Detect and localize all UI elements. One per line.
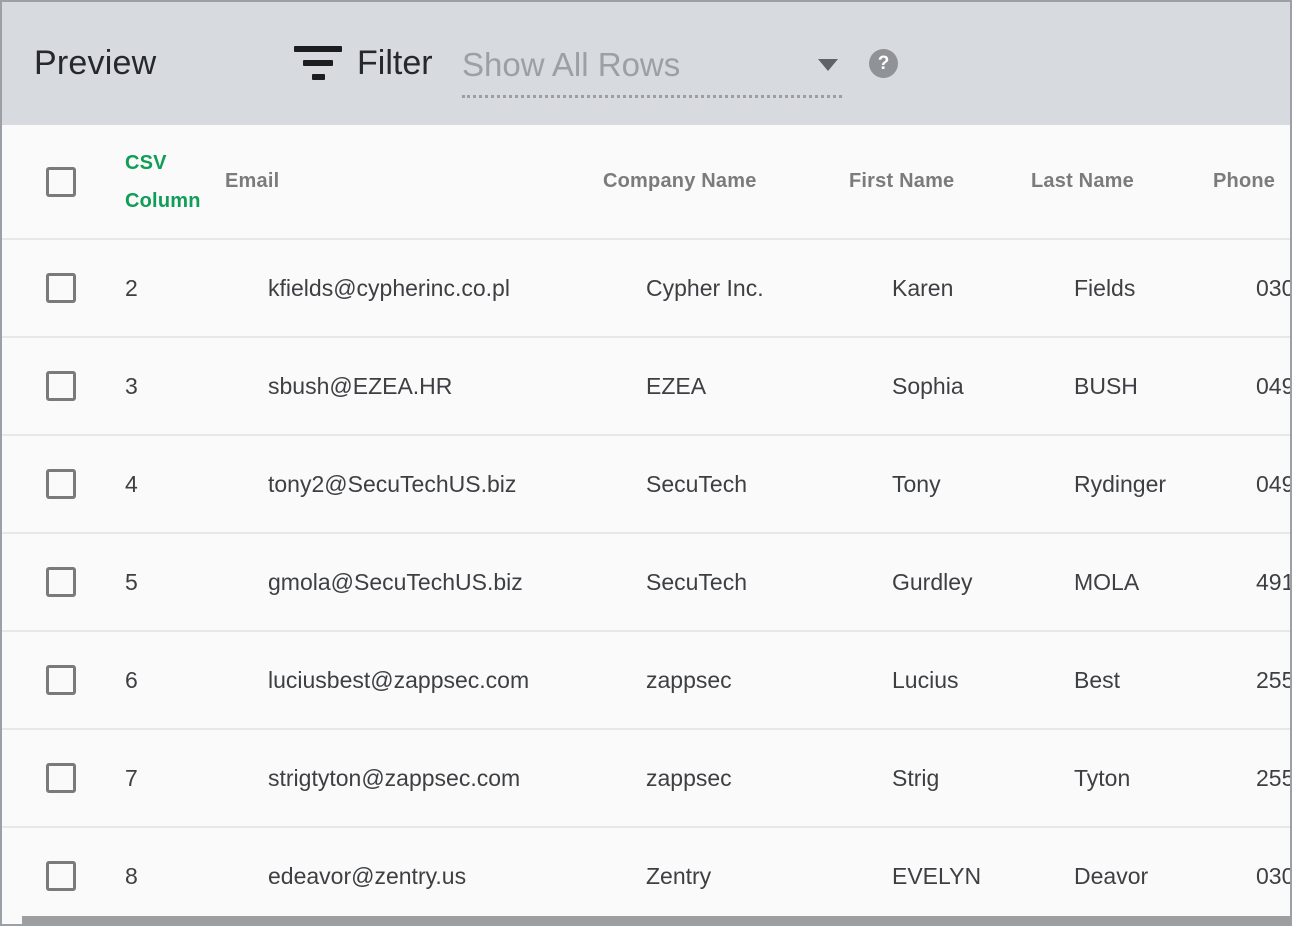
table-row: 3 sbush@EZEA.HR EZEA Sophia BUSH 049 [2,336,1290,434]
chevron-down-icon [818,59,838,71]
filter-icon-bar [303,60,333,66]
filter-label: Filter [357,2,433,125]
cell-company-name: Zentry [646,863,892,890]
cell-email: luciusbest@zappsec.com [268,667,646,694]
column-header-csv-column: CSV Column [125,144,225,220]
cell-first-name: Sophia [892,373,1074,400]
row-checkbox[interactable] [46,469,76,499]
question-mark-icon: ? [878,54,890,73]
cell-email: gmola@SecuTechUS.biz [268,569,646,596]
cell-email: kfields@cypherinc.co.pl [268,275,646,302]
filter-rows-value: Show All Rows [462,46,680,84]
filter-rows-dropdown[interactable]: Show All Rows [462,34,842,98]
cell-first-name: Gurdley [892,569,1074,596]
cell-phone: 030 [1256,275,1292,302]
table-row: 5 gmola@SecuTechUS.biz SecuTech Gurdley … [2,532,1290,630]
cell-csv-column: 3 [125,373,268,400]
cell-email: strigtyton@zappsec.com [268,765,646,792]
cell-first-name: Lucius [892,667,1074,694]
cell-first-name: Karen [892,275,1074,302]
cell-csv-column: 6 [125,667,268,694]
table-header-row: CSV Column Email Company Name First Name… [2,125,1290,238]
cell-csv-column: 7 [125,765,268,792]
help-button[interactable]: ? [869,49,898,78]
cell-last-name: Deavor [1074,863,1256,890]
cell-company-name: EZEA [646,373,892,400]
filter-icon-bar [312,74,325,80]
cell-last-name: Rydinger [1074,471,1256,498]
cell-csv-column: 4 [125,471,268,498]
header-select-cell [2,167,125,197]
column-header-last-name: Last Name [1031,170,1213,193]
cell-company-name: zappsec [646,667,892,694]
cell-phone: 491 [1256,569,1292,596]
cell-company-name: Cypher Inc. [646,275,892,302]
column-header-first-name: First Name [849,170,1031,193]
cell-last-name: Fields [1074,275,1256,302]
row-select-cell [2,861,125,891]
cell-csv-column: 8 [125,863,268,890]
column-header-phone: Phone [1213,170,1292,193]
row-checkbox[interactable] [46,273,76,303]
cell-last-name: Tyton [1074,765,1256,792]
cell-email: tony2@SecuTechUS.biz [268,471,646,498]
row-checkbox[interactable] [46,371,76,401]
cell-phone: 049 [1256,471,1292,498]
horizontal-scrollbar-thumb[interactable] [22,916,1290,924]
panel-title: Preview [34,2,156,125]
cell-last-name: Best [1074,667,1256,694]
cell-csv-column: 5 [125,569,268,596]
column-header-company-name: Company Name [603,170,849,193]
cell-company-name: SecuTech [646,471,892,498]
table-row: 4 tony2@SecuTechUS.biz SecuTech Tony Ryd… [2,434,1290,532]
cell-phone: 049 [1256,373,1292,400]
cell-first-name: EVELYN [892,863,1074,890]
cell-last-name: BUSH [1074,373,1256,400]
preview-panel: Preview Filter Show All Rows ? CSV Colum… [0,0,1292,926]
row-checkbox[interactable] [46,763,76,793]
column-header-email: Email [225,170,603,193]
row-select-cell [2,665,125,695]
row-select-cell [2,371,125,401]
cell-phone: 255 [1256,667,1292,694]
cell-company-name: SecuTech [646,569,892,596]
table-row: 7 strigtyton@zappsec.com zappsec Strig T… [2,728,1290,826]
row-select-cell [2,763,125,793]
cell-csv-column: 2 [125,275,268,302]
cell-phone: 030 [1256,863,1292,890]
cell-company-name: zappsec [646,765,892,792]
row-checkbox[interactable] [46,567,76,597]
table-row: 6 luciusbest@zappsec.com zappsec Lucius … [2,630,1290,728]
cell-phone: 255 [1256,765,1292,792]
select-all-checkbox[interactable] [46,167,76,197]
row-checkbox[interactable] [46,861,76,891]
preview-toolbar: Preview Filter Show All Rows ? [2,2,1290,125]
row-select-cell [2,469,125,499]
cell-first-name: Tony [892,471,1074,498]
preview-table: CSV Column Email Company Name First Name… [2,125,1290,924]
cell-last-name: MOLA [1074,569,1256,596]
row-checkbox[interactable] [46,665,76,695]
filter-icon-bar [294,46,342,52]
table-row: 2 kfields@cypherinc.co.pl Cypher Inc. Ka… [2,238,1290,336]
filter-funnel-icon [294,46,342,80]
row-select-cell [2,567,125,597]
table-body: 2 kfields@cypherinc.co.pl Cypher Inc. Ka… [2,238,1290,924]
cell-email: sbush@EZEA.HR [268,373,646,400]
table-row: 8 edeavor@zentry.us Zentry EVELYN Deavor… [2,826,1290,924]
cell-email: edeavor@zentry.us [268,863,646,890]
row-select-cell [2,273,125,303]
cell-first-name: Strig [892,765,1074,792]
